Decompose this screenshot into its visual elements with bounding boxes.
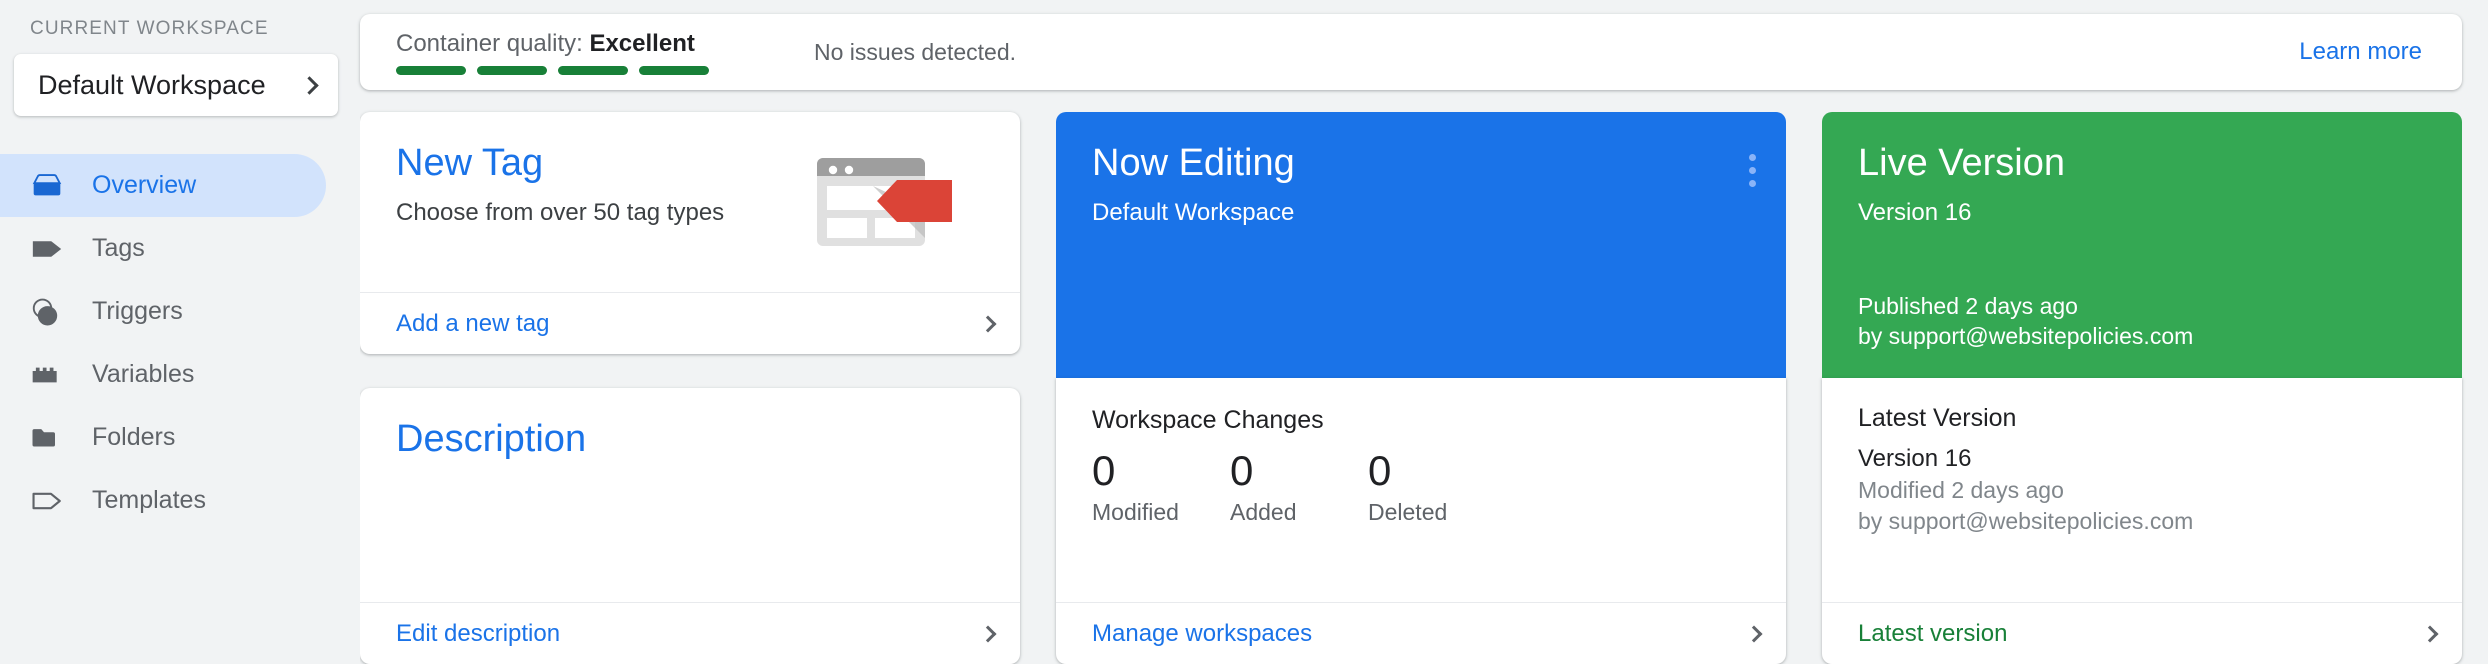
sidebar-item-label: Variables bbox=[92, 360, 195, 388]
sidebar-item-variables[interactable]: Variables bbox=[0, 343, 326, 406]
quality-bar bbox=[396, 65, 466, 75]
new-tag-text: New Tag Choose from over 50 tag types bbox=[396, 142, 786, 292]
description-card: Description Edit description bbox=[360, 388, 1020, 664]
stat-added: 0 Added bbox=[1230, 447, 1368, 526]
latest-version-footer[interactable]: Latest version bbox=[1822, 602, 2462, 664]
overflow-menu-icon[interactable] bbox=[1749, 142, 1756, 378]
description-body: Description bbox=[360, 388, 1020, 602]
stat-label: Modified bbox=[1092, 499, 1179, 526]
manage-workspaces-link[interactable]: Manage workspaces bbox=[1092, 620, 1312, 648]
now-editing-text: Now Editing Default Workspace bbox=[1092, 142, 1295, 378]
learn-more-link[interactable]: Learn more bbox=[2299, 38, 2428, 66]
new-tag-subtitle: Choose from over 50 tag types bbox=[396, 199, 725, 226]
sidebar: CURRENT WORKSPACE Default Workspace Over… bbox=[0, 0, 360, 664]
workspace-selector[interactable]: Default Workspace bbox=[14, 54, 338, 116]
workspace-changes-title: Workspace Changes bbox=[1092, 406, 1324, 434]
latest-version-link[interactable]: Latest version bbox=[1858, 620, 2007, 648]
description-title: Description bbox=[396, 418, 587, 460]
quality-value: Excellent bbox=[589, 29, 695, 57]
latest-version-card: Latest Version Version 16 Modified 2 day… bbox=[1822, 378, 2462, 664]
quality-bar bbox=[477, 65, 547, 75]
column-left: New Tag Choose from over 50 tag types Ad… bbox=[360, 112, 1020, 664]
latest-version-body: Latest Version Version 16 Modified 2 day… bbox=[1822, 378, 2462, 602]
template-icon bbox=[30, 486, 70, 516]
stat-value: 0 bbox=[1230, 447, 1254, 494]
sidebar-item-templates[interactable]: Templates bbox=[0, 469, 326, 532]
chevron-right-icon bbox=[2421, 625, 2439, 642]
chevron-right-icon bbox=[300, 75, 319, 95]
column-middle: Now Editing Default Workspace Workspace … bbox=[1056, 112, 1786, 664]
folder-icon bbox=[30, 423, 70, 453]
browser-tag-illustration-icon bbox=[786, 142, 986, 292]
cards-grid: New Tag Choose from over 50 tag types Ad… bbox=[360, 112, 2462, 664]
sidebar-item-triggers[interactable]: Triggers bbox=[0, 280, 326, 343]
sidebar-item-label: Tags bbox=[92, 234, 145, 262]
sidebar-item-folders[interactable]: Folders bbox=[0, 406, 326, 469]
chevron-right-icon bbox=[979, 625, 997, 642]
live-published: Published 2 days ago bbox=[1858, 293, 2078, 320]
variables-icon bbox=[30, 360, 70, 390]
workspace-name: Default Workspace bbox=[38, 69, 266, 100]
live-version-title: Live Version bbox=[1858, 142, 2066, 184]
edit-description-link[interactable]: Edit description bbox=[396, 620, 560, 648]
stat-label: Added bbox=[1230, 499, 1297, 526]
edit-description-footer[interactable]: Edit description bbox=[360, 602, 1020, 664]
latest-version-number: Version 16 bbox=[1858, 445, 1972, 472]
sidebar-item-label: Overview bbox=[92, 171, 197, 199]
dot bbox=[1749, 167, 1756, 174]
sidebar-item-label: Folders bbox=[92, 423, 176, 451]
latest-version-modified: Modified 2 days ago bbox=[1858, 477, 2064, 504]
stat-deleted: 0 Deleted bbox=[1368, 447, 1506, 526]
quality-summary: Container quality: Excellent bbox=[396, 30, 746, 75]
stat-value: 0 bbox=[1368, 447, 1392, 494]
container-quality-banner: Container quality: Excellent No issues d… bbox=[360, 14, 2462, 90]
sidebar-item-tags[interactable]: Tags bbox=[0, 217, 326, 280]
quality-label: Container quality: bbox=[396, 29, 583, 57]
new-tag-body: New Tag Choose from over 50 tag types bbox=[360, 112, 1020, 292]
manage-workspaces-footer[interactable]: Manage workspaces bbox=[1056, 602, 1786, 664]
now-editing-card: Now Editing Default Workspace bbox=[1056, 112, 1786, 378]
new-tag-card: New Tag Choose from over 50 tag types Ad… bbox=[360, 112, 1020, 354]
sidebar-item-overview[interactable]: Overview bbox=[0, 154, 326, 217]
latest-version-title: Latest Version bbox=[1858, 404, 2017, 432]
live-version-card: Live Version Version 16 Published 2 days… bbox=[1822, 112, 2462, 378]
workspace-change-stats: 0 Modified 0 Added 0 Deleted bbox=[1092, 447, 1750, 526]
live-published-by: by support@websitepolicies.com bbox=[1858, 323, 2194, 350]
trigger-icon bbox=[30, 297, 70, 327]
now-editing-subtitle: Default Workspace bbox=[1092, 199, 1295, 226]
now-editing-title: Now Editing bbox=[1092, 142, 1295, 184]
workspace-changes-body: Workspace Changes 0 Modified 0 Added 0 D… bbox=[1056, 378, 1786, 602]
tag-icon bbox=[30, 234, 70, 264]
gtm-overview-page: CURRENT WORKSPACE Default Workspace Over… bbox=[0, 0, 2488, 664]
chevron-right-icon bbox=[979, 315, 997, 332]
quality-bar bbox=[639, 65, 709, 75]
stat-value: 0 bbox=[1092, 447, 1116, 494]
workspace-changes-card: Workspace Changes 0 Modified 0 Added 0 D… bbox=[1056, 378, 1786, 664]
add-new-tag-link[interactable]: Add a new tag bbox=[396, 310, 549, 338]
live-version-subtitle: Version 16 bbox=[1858, 199, 1972, 226]
sidebar-item-label: Triggers bbox=[92, 297, 183, 325]
add-new-tag-footer[interactable]: Add a new tag bbox=[360, 292, 1020, 354]
chevron-right-icon bbox=[1745, 625, 1763, 642]
stat-modified: 0 Modified bbox=[1092, 447, 1230, 526]
quality-bars bbox=[396, 65, 746, 75]
new-tag-title: New Tag bbox=[396, 142, 544, 184]
current-workspace-label: CURRENT WORKSPACE bbox=[30, 18, 269, 39]
main-content: Container quality: Excellent No issues d… bbox=[360, 0, 2488, 664]
column-right: Live Version Version 16 Published 2 days… bbox=[1822, 112, 2462, 664]
latest-version-by: by support@websitepolicies.com bbox=[1858, 508, 2194, 535]
issues-status: No issues detected. bbox=[814, 38, 1017, 65]
sidebar-nav: Overview Tags Triggers Variables Folders… bbox=[0, 154, 360, 532]
stat-label: Deleted bbox=[1368, 499, 1448, 526]
overview-icon bbox=[30, 171, 70, 201]
quality-title: Container quality: Excellent bbox=[396, 30, 746, 58]
quality-bar bbox=[558, 65, 628, 75]
sidebar-item-label: Templates bbox=[92, 486, 206, 514]
dot bbox=[1749, 154, 1756, 161]
dot bbox=[1749, 180, 1756, 187]
live-version-meta: Published 2 days ago by support@websitep… bbox=[1858, 292, 2426, 378]
